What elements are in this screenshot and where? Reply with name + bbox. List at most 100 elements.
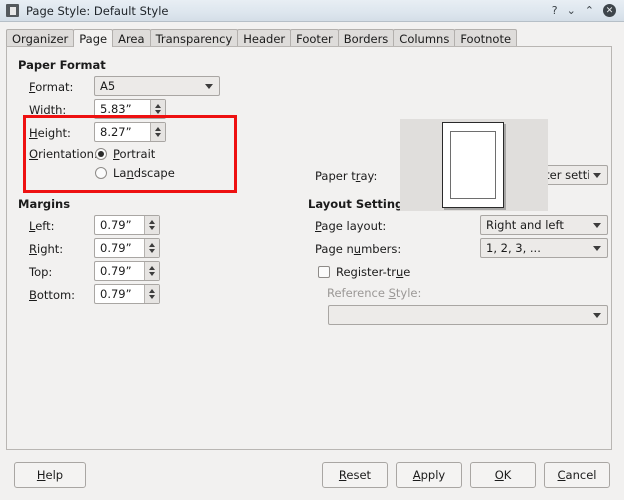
spin-down-icon[interactable] [149, 249, 155, 253]
tab-columns[interactable]: Columns [393, 29, 456, 47]
width-spin-buttons[interactable] [150, 100, 165, 118]
top-margin-label: Top: [29, 265, 53, 279]
paper-format-value: A5 [100, 79, 116, 93]
tab-header[interactable]: Header [237, 29, 292, 47]
paper-format-select[interactable]: A5 [94, 76, 220, 96]
spin-down-icon[interactable] [149, 295, 155, 299]
bottom-margin-value: 0.79” [100, 287, 132, 301]
tab-transparency[interactable]: Transparency [149, 29, 239, 47]
radio-portrait-label: Portrait [113, 147, 156, 161]
spin-up-icon[interactable] [149, 243, 155, 247]
maximize-icon[interactable]: ⌃ [585, 5, 594, 16]
layout-settings-group-title: Layout Settings [308, 197, 411, 211]
width-value: 5.83” [100, 102, 132, 116]
cancel-button-label: Cancel [557, 468, 597, 482]
left-margin-spin-buttons[interactable] [144, 216, 159, 234]
height-stepper[interactable]: 8.27” [94, 122, 166, 142]
orientation-label: Orientation: [29, 147, 98, 161]
width-stepper[interactable]: 5.83” [94, 99, 166, 119]
paper-format-group-title: Paper Format [18, 58, 106, 72]
top-margin-spin-buttons[interactable] [144, 262, 159, 280]
top-margin-value: 0.79” [100, 264, 132, 278]
right-margin-spin-buttons[interactable] [144, 239, 159, 257]
spin-down-icon[interactable] [149, 272, 155, 276]
height-spin-buttons[interactable] [150, 123, 165, 141]
close-icon[interactable]: ✕ [603, 4, 616, 17]
help-button-label: Help [36, 468, 64, 482]
radio-landscape-indicator [95, 167, 107, 179]
right-margin-stepper[interactable]: 0.79” [94, 238, 160, 258]
document-icon [6, 4, 19, 17]
paper-tray-label: Paper tray: [315, 169, 378, 183]
height-label: Height: [29, 126, 71, 140]
format-label: Format: [29, 80, 74, 94]
spin-up-icon[interactable] [149, 220, 155, 224]
width-label-rest: idth: [40, 103, 67, 117]
orientation-label-rest: rientation: [38, 147, 98, 161]
reference-style-label: Reference Style: [327, 286, 422, 300]
format-label-rest: ormat: [35, 80, 74, 94]
right-margin-label: Right: [29, 242, 64, 256]
tab-footnote[interactable]: Footnote [454, 29, 518, 47]
ok-button-label: OK [494, 468, 512, 482]
radio-landscape-label: Landscape [113, 166, 175, 180]
page-numbers-select[interactable]: 1, 2, 3, ... [480, 238, 608, 258]
right-margin-value: 0.79” [100, 241, 132, 255]
top-margin-stepper[interactable]: 0.79” [94, 261, 160, 281]
page-layout-select[interactable]: Right and left [480, 215, 608, 235]
cancel-button[interactable]: Cancel [544, 462, 610, 488]
help-button[interactable]: Help [14, 462, 86, 488]
tab-footer[interactable]: Footer [290, 29, 339, 47]
checkbox-indicator [318, 266, 330, 278]
left-margin-label: Left: [29, 219, 55, 233]
chevron-down-icon [593, 172, 601, 178]
tab-page[interactable]: Page [73, 29, 114, 47]
page-numbers-value: 1, 2, 3, ... [486, 241, 541, 255]
preview-page [442, 122, 504, 208]
register-true-checkbox[interactable]: Register-true [318, 265, 410, 279]
page-numbers-label: Page numbers: [315, 242, 402, 256]
minimize-icon[interactable]: ⌄ [567, 5, 576, 16]
radio-portrait[interactable]: Portrait [95, 147, 155, 161]
spin-down-icon[interactable] [155, 110, 161, 114]
window-controls: ? ⌄ ⌃ ✕ [552, 4, 624, 17]
spin-up-icon[interactable] [155, 127, 161, 131]
height-label-rest: eight: [37, 126, 71, 140]
help-icon[interactable]: ? [552, 5, 558, 16]
bottom-margin-spin-buttons[interactable] [144, 285, 159, 303]
left-margin-stepper[interactable]: 0.79” [94, 215, 160, 235]
spin-down-icon[interactable] [155, 133, 161, 137]
apply-button[interactable]: Apply [396, 462, 462, 488]
spin-down-icon[interactable] [149, 226, 155, 230]
page-layout-label: Page layout: [315, 219, 387, 233]
ok-button[interactable]: OK [470, 462, 536, 488]
tab-organizer[interactable]: Organizer [6, 29, 75, 47]
window-title: Page Style: Default Style [26, 3, 169, 18]
tab-strip: Organizer Page Area Transparency Header … [0, 28, 624, 47]
tab-area[interactable]: Area [112, 29, 151, 47]
bottom-margin-label: Bottom: [29, 288, 76, 302]
chevron-down-icon [205, 83, 213, 89]
reset-button-label: Reset [338, 468, 372, 482]
title-bar: Page Style: Default Style ? ⌄ ⌃ ✕ [0, 0, 624, 22]
reference-style-select[interactable] [328, 305, 608, 325]
page-settings-panel: Paper Format Format: A5 Width: 5.83” Hei… [6, 46, 612, 450]
chevron-down-icon [593, 312, 601, 318]
spin-up-icon[interactable] [149, 289, 155, 293]
spin-up-icon[interactable] [155, 104, 161, 108]
tab-borders[interactable]: Borders [337, 29, 395, 47]
spin-up-icon[interactable] [149, 266, 155, 270]
chevron-down-icon [593, 245, 601, 251]
apply-button-label: Apply [412, 468, 446, 482]
left-margin-value: 0.79” [100, 218, 132, 232]
bottom-margin-stepper[interactable]: 0.79” [94, 284, 160, 304]
chevron-down-icon [593, 222, 601, 228]
reset-button[interactable]: Reset [322, 462, 388, 488]
page-layout-value: Right and left [486, 218, 564, 232]
radio-landscape[interactable]: Landscape [95, 166, 175, 180]
register-true-label: Register-true [336, 265, 411, 279]
page-preview [400, 119, 548, 211]
radio-portrait-indicator [95, 148, 107, 160]
width-label: Width: [29, 103, 67, 117]
height-value: 8.27” [100, 125, 132, 139]
